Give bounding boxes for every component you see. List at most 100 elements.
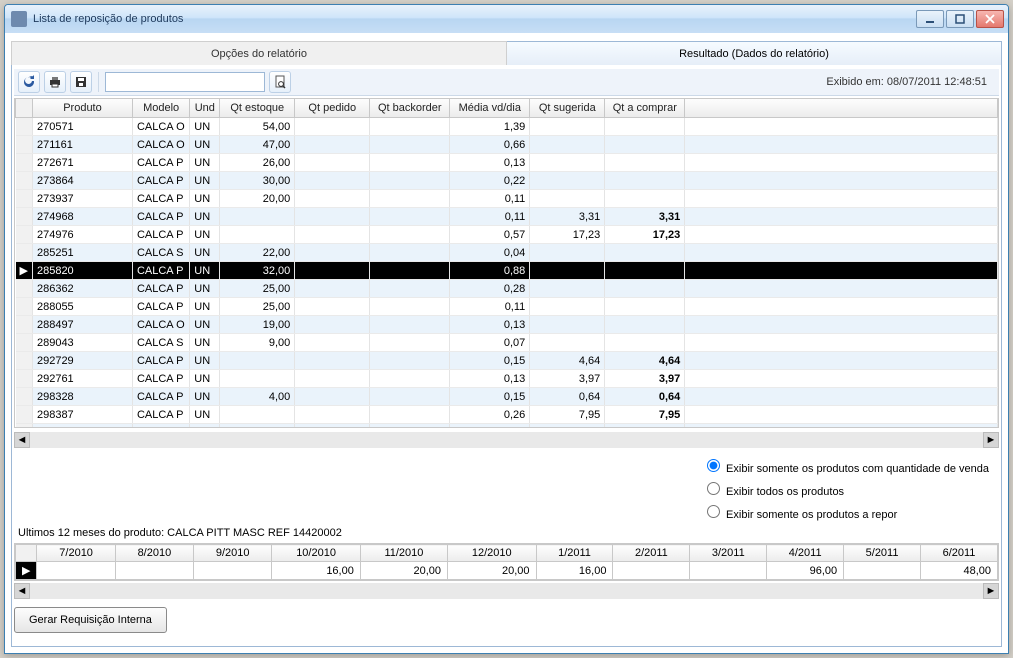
scroll-track[interactable] — [30, 432, 983, 448]
month-header[interactable]: 3/2011 — [690, 545, 767, 562]
cell — [16, 226, 33, 244]
radio-with-sales[interactable]: Exibir somente os produtos com quantidad… — [702, 454, 989, 477]
table-row[interactable]: 289043CALCA SUN9,000,07 — [16, 334, 998, 352]
cell: CALCA S — [132, 334, 189, 352]
month-header[interactable]: 8/2010 — [115, 545, 193, 562]
col-und[interactable]: Und — [190, 99, 220, 118]
cell — [295, 190, 370, 208]
month-header[interactable]: 2/2011 — [613, 545, 690, 562]
table-row[interactable]: 288497CALCA OUN19,000,13 — [16, 316, 998, 334]
cell — [685, 316, 998, 334]
cell — [370, 172, 450, 190]
refresh-button[interactable] — [18, 71, 40, 93]
find-button[interactable] — [269, 71, 291, 93]
cell — [16, 406, 33, 424]
months-hscrollbar[interactable]: ◄ ► — [14, 583, 999, 599]
cell: CALCA P — [132, 226, 189, 244]
cell — [685, 190, 998, 208]
table-row[interactable]: 274976CALCA PUN0,5717,2317,23 — [16, 226, 998, 244]
cell — [685, 136, 998, 154]
scroll-left-icon[interactable]: ◄ — [14, 432, 30, 448]
cell — [530, 154, 605, 172]
close-button[interactable] — [976, 10, 1004, 28]
main-grid[interactable]: Produto Modelo Und Qt estoque Qt pedido … — [14, 98, 999, 428]
print-button[interactable] — [44, 71, 66, 93]
minimize-button[interactable] — [916, 10, 944, 28]
month-header[interactable]: 12/2010 — [448, 545, 537, 562]
col-media[interactable]: Média vd/dia — [450, 99, 530, 118]
table-row[interactable]: 273937CALCA PUN20,000,11 — [16, 190, 998, 208]
month-header[interactable]: 6/2011 — [921, 545, 998, 562]
maximize-button[interactable] — [946, 10, 974, 28]
col-comprar[interactable]: Qt a comprar — [605, 99, 685, 118]
cell — [370, 244, 450, 262]
refresh-icon — [22, 75, 36, 89]
cell — [370, 190, 450, 208]
month-header[interactable]: 7/2010 — [37, 545, 115, 562]
save-button[interactable] — [70, 71, 92, 93]
month-header[interactable]: 5/2011 — [844, 545, 921, 562]
cell: 26,00 — [220, 154, 295, 172]
table-row[interactable]: 292729CALCA PUN0,154,644,64 — [16, 352, 998, 370]
table-row[interactable]: 288055CALCA PUN25,000,11 — [16, 298, 998, 316]
table-row[interactable]: 285251CALCA SUN22,000,04 — [16, 244, 998, 262]
cell: 47,00 — [220, 136, 295, 154]
radio-repor-input[interactable] — [707, 505, 720, 518]
months-scroll-right-icon[interactable]: ► — [983, 583, 999, 599]
app-window: Lista de reposição de produtos Opções do… — [4, 4, 1009, 654]
col-estoque[interactable]: Qt estoque — [220, 99, 295, 118]
table-row[interactable]: ▶285820CALCA PUN32,000,88 — [16, 262, 998, 280]
month-header[interactable]: 1/2011 — [536, 545, 613, 562]
cell — [16, 118, 33, 136]
table-row[interactable]: 273864CALCA PUN30,000,22 — [16, 172, 998, 190]
table-row[interactable]: 298433CALCA ILUN0,061,981,98 — [16, 424, 998, 429]
cell — [370, 424, 450, 429]
radio-with-sales-input[interactable] — [707, 459, 720, 472]
month-header[interactable]: 11/2010 — [360, 545, 447, 562]
cell — [605, 316, 685, 334]
radio-all-input[interactable] — [707, 482, 720, 495]
months-scroll-track[interactable] — [30, 583, 983, 599]
cell — [295, 334, 370, 352]
table-row[interactable]: 298328CALCA PUN4,000,150,640,64 — [16, 388, 998, 406]
window-title: Lista de reposição de produtos — [33, 13, 914, 25]
month-header[interactable]: 4/2011 — [767, 545, 844, 562]
cell — [370, 370, 450, 388]
radio-repor[interactable]: Exibir somente os produtos a repor — [702, 500, 989, 523]
col-pedido[interactable]: Qt pedido — [295, 99, 370, 118]
radio-all[interactable]: Exibir todos os produtos — [702, 477, 989, 500]
col-modelo[interactable]: Modelo — [132, 99, 189, 118]
cell: CALCA P — [132, 406, 189, 424]
cell: CALCA P — [132, 190, 189, 208]
cell: 288055 — [32, 298, 132, 316]
cell — [16, 316, 33, 334]
cell — [605, 136, 685, 154]
table-row[interactable]: 286362CALCA PUN25,000,28 — [16, 280, 998, 298]
table-row[interactable]: 272671CALCA PUN26,000,13 — [16, 154, 998, 172]
scroll-right-icon[interactable]: ► — [983, 432, 999, 448]
cell — [530, 334, 605, 352]
cell — [605, 154, 685, 172]
col-backorder[interactable]: Qt backorder — [370, 99, 450, 118]
table-row[interactable]: 292761CALCA PUN0,133,973,97 — [16, 370, 998, 388]
table-row[interactable]: 298387CALCA PUN0,267,957,95 — [16, 406, 998, 424]
table-row[interactable]: 270571CALCA OUN54,001,39 — [16, 118, 998, 136]
col-sugerida[interactable]: Qt sugerida — [530, 99, 605, 118]
col-produto[interactable]: Produto — [32, 99, 132, 118]
month-cell: 48,00 — [921, 562, 998, 580]
months-grid[interactable]: 7/20108/20109/201010/201011/201012/20101… — [14, 543, 999, 581]
cell: 0,13 — [450, 316, 530, 334]
cell — [370, 298, 450, 316]
month-header[interactable]: 10/2010 — [272, 545, 361, 562]
month-header[interactable]: 9/2010 — [194, 545, 272, 562]
generate-requisition-button[interactable]: Gerar Requisição Interna — [14, 607, 167, 633]
table-row[interactable]: 271161CALCA OUN47,000,66 — [16, 136, 998, 154]
tab-options[interactable]: Opções do relatório — [11, 41, 507, 65]
tab-result[interactable]: Resultado (Dados do relatório) — [507, 41, 1002, 65]
search-input[interactable] — [105, 72, 265, 92]
months-scroll-left-icon[interactable]: ◄ — [14, 583, 30, 599]
cell: CALCA P — [132, 370, 189, 388]
table-row[interactable]: 274968CALCA PUN0,113,313,31 — [16, 208, 998, 226]
main-hscrollbar[interactable]: ◄ ► — [14, 432, 999, 448]
cell: 3,97 — [530, 370, 605, 388]
